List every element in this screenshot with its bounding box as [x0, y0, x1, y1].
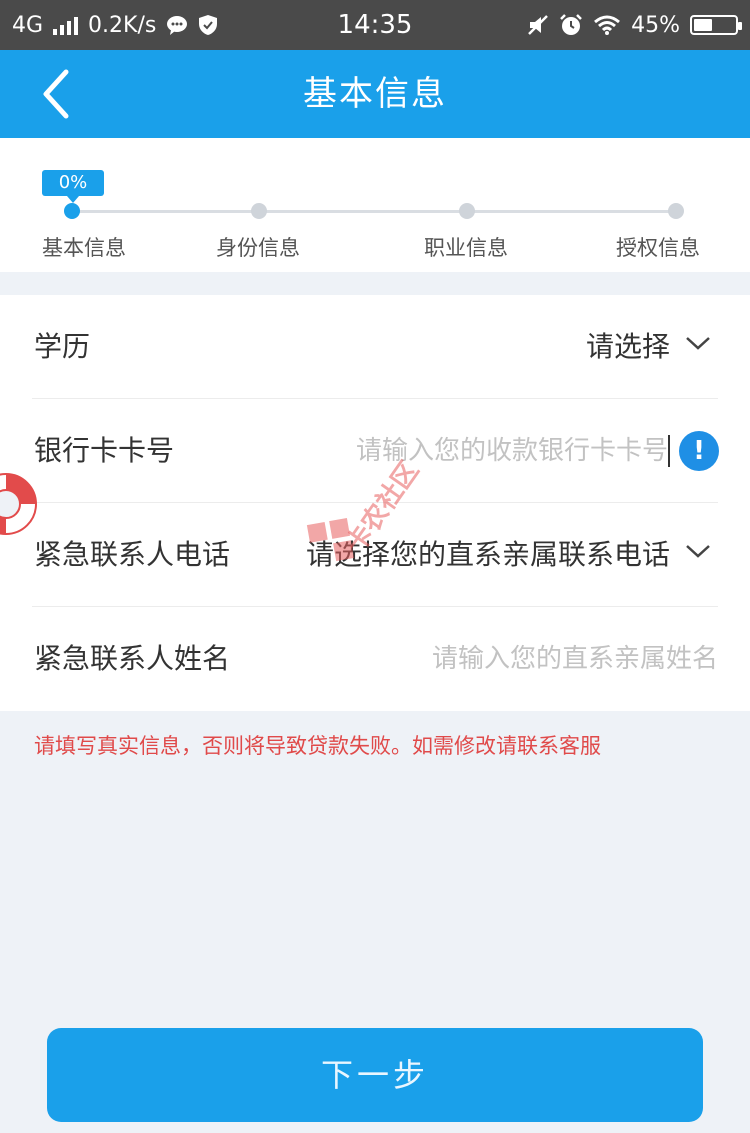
bank-card-input[interactable]	[290, 429, 668, 473]
step-label-occupation: 职业信息	[424, 236, 508, 260]
status-right: 45%	[527, 12, 742, 38]
status-left: 4G 0.2K/s	[12, 13, 218, 38]
emergency-name-row: 紧急联系人姓名	[0, 607, 750, 711]
status-bar: 4G 0.2K/s 14:35 45%	[0, 0, 750, 50]
lifebuoy-icon[interactable]	[0, 468, 42, 540]
text-caret	[668, 435, 670, 467]
battery-percent: 45%	[631, 12, 680, 38]
education-select[interactable]: 请选择	[586, 295, 670, 399]
step-dot-identity	[251, 203, 267, 219]
emergency-name-label: 紧急联系人姓名	[34, 642, 231, 675]
status-time: 14:35	[337, 10, 413, 40]
chat-icon	[167, 16, 188, 35]
step-label-authorization: 授权信息	[616, 236, 700, 260]
chevron-down-icon	[686, 545, 710, 558]
emergency-phone-label: 紧急联系人电话	[34, 538, 231, 571]
step-label-basic: 基本信息	[42, 236, 126, 260]
chevron-down-icon	[686, 337, 710, 350]
page-title: 基本信息	[303, 74, 447, 114]
next-step-button[interactable]: 下一步	[47, 1028, 703, 1122]
notice-text: 请填写真实信息，否则将导致贷款失败。如需修改请联系客服	[34, 734, 601, 758]
step-dot-basic	[64, 203, 80, 219]
info-icon[interactable]: !	[679, 431, 719, 471]
progress-steps: 0% 基本信息 身份信息 职业信息 授权信息	[0, 138, 750, 272]
emergency-name-input[interactable]	[330, 637, 718, 681]
alarm-icon	[560, 14, 582, 35]
mute-icon	[528, 15, 548, 35]
shield-icon	[199, 15, 218, 35]
battery-icon	[690, 15, 742, 35]
step-label-identity: 身份信息	[216, 236, 300, 260]
network-speed: 0.2K/s	[88, 12, 157, 38]
education-row[interactable]: 学历 请选择	[0, 295, 750, 399]
bank-card-label: 银行卡卡号	[34, 434, 175, 467]
progress-track	[72, 210, 676, 213]
progress-percent-badge: 0%	[42, 170, 104, 203]
signal-icon	[53, 15, 79, 35]
app-header: 基本信息	[0, 50, 750, 138]
network-type: 4G	[12, 12, 44, 38]
wifi-icon	[594, 15, 621, 35]
education-label: 学历	[34, 330, 91, 363]
step-dot-occupation	[459, 203, 475, 219]
step-dot-authorization	[668, 203, 684, 219]
